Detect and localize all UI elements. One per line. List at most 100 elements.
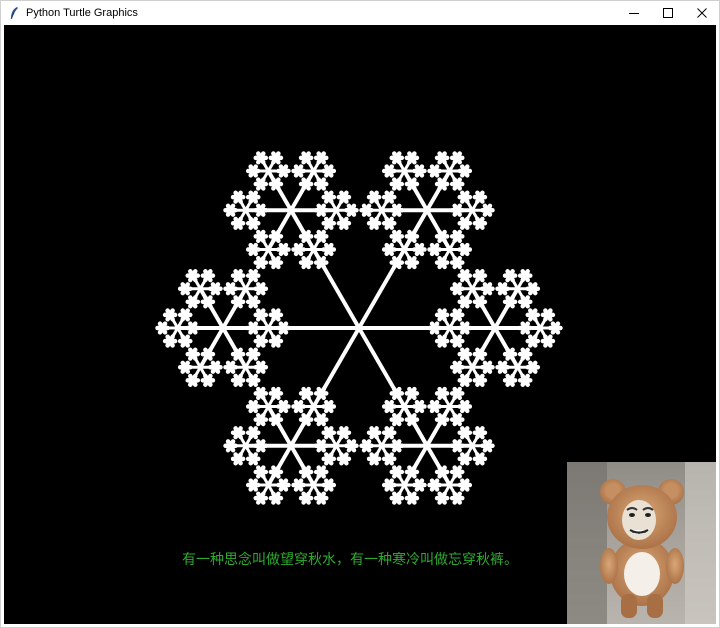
snowflake-stroke (454, 465, 462, 475)
snowflake-stroke (318, 177, 326, 187)
snowflake-stroke (485, 360, 493, 370)
snowflake-stroke (454, 151, 462, 161)
close-icon (697, 7, 707, 18)
snowflake-stroke (462, 347, 470, 357)
snowflake-stroke (235, 216, 243, 226)
snowflake-stroke (432, 321, 440, 331)
close-button[interactable] (685, 1, 719, 24)
snowflake-stroke (273, 151, 281, 161)
snowflake-stroke (205, 373, 213, 383)
snowflake-stroke (318, 203, 326, 213)
snowflake-stroke (258, 255, 266, 265)
snowflake-stroke (394, 412, 402, 422)
snowflake-stroke (386, 478, 394, 488)
snowflake-stroke (507, 373, 515, 383)
snowflake-stroke (205, 347, 213, 357)
snowflake-stroke (409, 255, 417, 265)
minimize-button[interactable] (617, 1, 651, 24)
snowflake-stroke (303, 255, 311, 265)
snowflake-stroke (477, 216, 485, 226)
snowflake-stroke (326, 216, 334, 226)
snowflake-stroke (409, 229, 417, 239)
snowflake-stroke (432, 399, 440, 409)
snowflake-stroke (417, 242, 425, 252)
snowflake-stroke (462, 399, 470, 409)
snowflake-stroke (250, 216, 258, 226)
snowflake-stroke (318, 491, 326, 501)
snowflake-stroke (235, 426, 243, 435)
snowflake-stroke (318, 465, 326, 475)
snowflake-stroke (318, 386, 326, 396)
snowflake-stroke (303, 229, 311, 239)
snowflake-stroke (167, 334, 175, 344)
snowflake-stroke (303, 151, 311, 161)
snowflake-stroke (364, 203, 372, 213)
snowflake-stroke (522, 269, 530, 278)
snowflake-stroke (235, 452, 243, 462)
snowflake-stroke (409, 151, 417, 161)
snowflake-stroke (341, 216, 349, 226)
snowflake-stroke (303, 412, 311, 422)
snowflake-stroke (477, 426, 485, 435)
snowflake-stroke (258, 412, 266, 422)
snowflake-stroke (394, 203, 402, 213)
snowflake-stroke (250, 295, 258, 305)
snowflake-stroke (394, 151, 402, 161)
snowflake-stroke (341, 452, 349, 462)
snowflake-stroke (477, 190, 485, 200)
feather-icon (6, 5, 22, 21)
snowflake-stroke (190, 321, 198, 331)
snowflake-stroke (454, 229, 462, 239)
snowflake-stroke (477, 347, 485, 357)
snowflake-stroke (417, 399, 425, 409)
snowflake-stroke (228, 439, 236, 449)
snowflake-stroke (318, 229, 326, 239)
turtle-canvas[interactable]: 有一种思念叫做望穿秋水，有一种寒冷叫做忘穿秋裤。 (4, 25, 716, 624)
snowflake-stroke (394, 386, 402, 396)
window-title: Python Turtle Graphics (26, 6, 138, 19)
snowflake-stroke (522, 347, 530, 357)
snowflake-stroke (409, 177, 417, 187)
snowflake-stroke (417, 478, 425, 488)
snowflake-stroke (394, 177, 402, 187)
snowflake-stroke (454, 177, 462, 187)
snowflake-stroke (477, 452, 485, 462)
snowflake-stroke (417, 164, 425, 174)
snowflake-stroke (250, 452, 258, 462)
snowflake-stroke (371, 452, 379, 462)
snowflake-stroke (326, 426, 334, 435)
snowflake-stroke (432, 478, 440, 488)
maximize-button[interactable] (651, 1, 685, 24)
snowflake-stroke (190, 269, 198, 278)
snowflake-stroke (326, 164, 334, 174)
snowflake-stroke (477, 269, 485, 278)
snowflake-stroke (545, 308, 553, 318)
snowflake-stroke (507, 347, 515, 357)
snowflake-stroke (454, 360, 462, 370)
snowflake-stroke (462, 321, 470, 331)
snowflake-stroke (250, 269, 258, 278)
snowflake-stroke (462, 190, 470, 200)
snowflake-stroke (167, 308, 175, 318)
snowflake-stroke (258, 177, 266, 187)
snowflake-stroke (182, 308, 190, 318)
snowflake-stroke (439, 308, 447, 318)
snowflake-stroke (281, 321, 289, 331)
snowflake-stroke (250, 426, 258, 435)
snowflake-stroke (462, 295, 470, 305)
snowflake-stroke (250, 478, 258, 488)
snowflake-stroke (318, 255, 326, 265)
snowflake-stroke (530, 282, 538, 291)
snowflake-stroke (228, 360, 236, 370)
snowflake-stroke (439, 229, 447, 239)
title-bar[interactable]: Python Turtle Graphics (1, 1, 719, 24)
snowflake-stroke (439, 465, 447, 475)
snowflake-stroke (364, 439, 372, 449)
snowflake-stroke (371, 426, 379, 435)
snowflake-stroke (235, 190, 243, 200)
snowflake-stroke (394, 229, 402, 239)
snowflake-stroke (545, 334, 553, 344)
snowflake-stroke (439, 412, 447, 422)
snowflake-stroke (205, 295, 213, 305)
snowflake-stroke (250, 164, 258, 174)
